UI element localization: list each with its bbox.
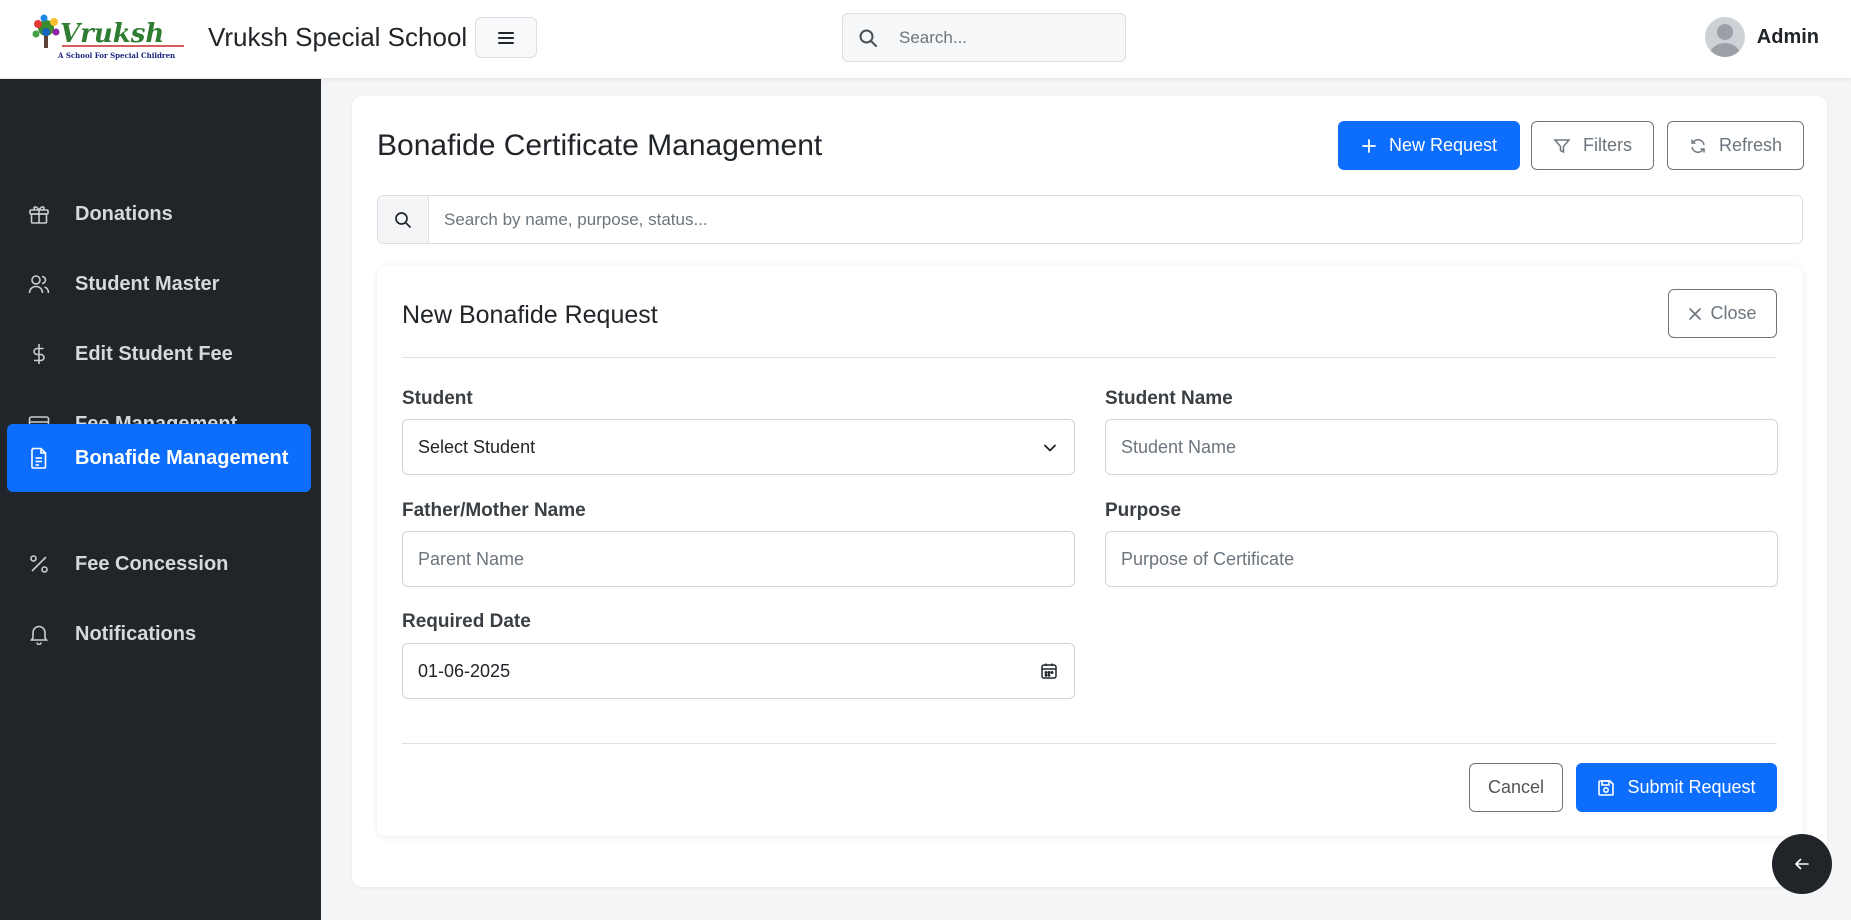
refresh-icon	[1691, 138, 1705, 153]
records-search[interactable]	[377, 195, 1803, 244]
svg-text:Vruksh: Vruksh	[60, 19, 164, 49]
top-bar: Vruksh A School For Special Children Vru…	[0, 0, 1851, 79]
sidebar-item-label: Fee Concession	[75, 552, 229, 575]
svg-text:A School For Special Children: A School For Special Children	[57, 51, 175, 60]
new-request-label: New Request	[1388, 135, 1498, 155]
sidebar-item-label: Notifications	[75, 622, 197, 645]
purpose-label: Purpose	[1105, 500, 1182, 521]
refresh-button[interactable]: Refresh	[1667, 121, 1804, 170]
parent-name-label: Father/Mother Name	[402, 500, 586, 521]
user-name: Admin	[1756, 25, 1819, 48]
document-icon	[27, 446, 51, 470]
arrow-left-icon	[1795, 858, 1809, 870]
filters-label: Filters	[1583, 135, 1632, 155]
student-name-field[interactable]: Student Name	[1105, 419, 1778, 475]
filters-button[interactable]: Filters	[1531, 121, 1654, 170]
plus-icon	[1362, 138, 1376, 153]
chevron-down-icon	[1044, 444, 1056, 452]
save-icon	[1598, 779, 1615, 796]
cancel-label: Cancel	[1487, 777, 1545, 797]
sidebar-item-donations[interactable]: Donations	[7, 180, 311, 248]
sidebar-item-bonafide-management[interactable]: Bonafide Management	[7, 424, 311, 492]
search-icon	[843, 28, 893, 48]
sidebar-item-edit-student-fee[interactable]: Edit Student Fee	[7, 320, 311, 388]
users-icon	[27, 272, 51, 296]
student-name-placeholder: Student Name	[1121, 436, 1237, 457]
student-select[interactable]: Select Student	[402, 419, 1075, 475]
page-title: Bonafide Certificate Management	[377, 129, 823, 162]
sidebar-item-label: Edit Student Fee	[75, 342, 233, 365]
sidebar-item-student-master[interactable]: Student Master	[7, 250, 311, 318]
records-search-input[interactable]	[429, 209, 1729, 230]
purpose-field[interactable]: Purpose of Certificate	[1105, 531, 1778, 587]
hamburger-menu-button[interactable]	[475, 17, 537, 58]
close-icon	[1689, 307, 1702, 320]
percent-icon	[27, 552, 51, 576]
student-select-value: Select Student	[418, 436, 536, 457]
form-title: New Bonafide Request	[402, 301, 658, 329]
sidebar-item-fee-concession[interactable]: Fee Concession	[7, 530, 311, 598]
school-logo[interactable]: Vruksh A School For Special Children	[32, 14, 192, 62]
required-date-value: 01-06-2025	[418, 660, 511, 681]
student-name-label: Student Name	[1105, 388, 1233, 409]
required-date-field[interactable]: 01-06-2025	[402, 643, 1075, 699]
close-label: Close	[1710, 303, 1757, 323]
sidebar-item-label: Donations	[75, 202, 173, 225]
submit-request-label: Submit Request	[1627, 777, 1756, 797]
global-search[interactable]	[842, 13, 1126, 62]
back-button[interactable]	[1772, 834, 1832, 894]
dollar-icon	[27, 342, 51, 366]
close-button[interactable]: Close	[1668, 289, 1777, 338]
avatar	[1704, 17, 1745, 57]
sidebar-item-label: Bonafide Management	[75, 446, 289, 469]
user-menu[interactable]: Admin	[1704, 17, 1819, 57]
purpose-placeholder: Purpose of Certificate	[1121, 548, 1295, 569]
cancel-button[interactable]: Cancel	[1469, 763, 1563, 812]
sidebar: Donations Student Master Edit Student Fe…	[0, 79, 321, 920]
form-footer-divider	[402, 743, 1777, 744]
submit-request-button[interactable]: Submit Request	[1576, 763, 1777, 812]
parent-name-placeholder: Parent Name	[418, 548, 525, 569]
gift-icon	[27, 202, 51, 226]
required-date-label: Required Date	[402, 611, 531, 632]
refresh-label: Refresh	[1718, 135, 1783, 155]
search-icon	[378, 196, 429, 243]
bell-icon	[27, 622, 51, 646]
sidebar-item-label: Student Master	[75, 272, 220, 295]
calendar-icon[interactable]	[1040, 662, 1058, 680]
filter-icon	[1553, 138, 1571, 153]
parent-name-field[interactable]: Parent Name	[402, 531, 1075, 587]
brand-title: Vruksh Special School	[208, 22, 468, 52]
new-request-button[interactable]: New Request	[1338, 121, 1520, 170]
global-search-input[interactable]	[893, 27, 1113, 48]
form-header-divider	[402, 357, 1777, 358]
menu-icon	[498, 31, 514, 44]
sidebar-item-notifications[interactable]: Notifications	[7, 600, 311, 668]
student-label: Student	[402, 388, 473, 409]
tree-icon	[32, 14, 60, 48]
